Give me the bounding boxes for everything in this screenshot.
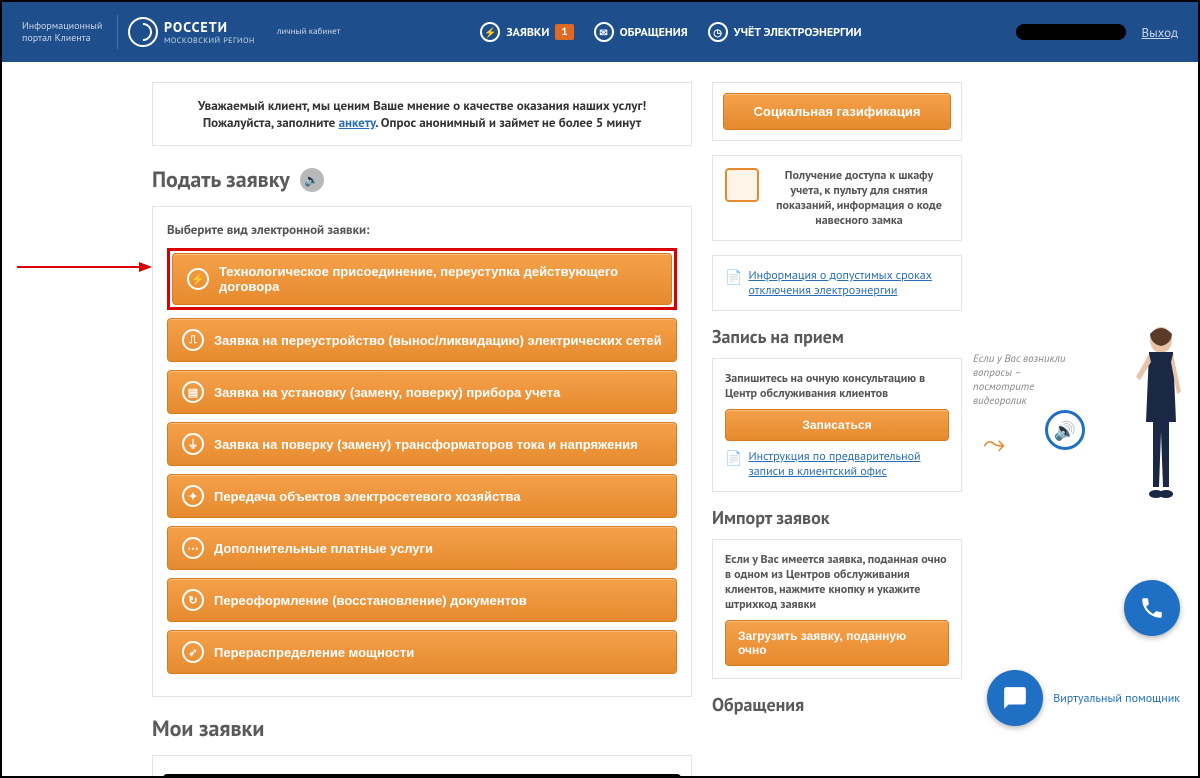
doc-icon: ▤ [182, 381, 204, 403]
app-btn-label: Заявка на поверку (замену) трансформатор… [214, 437, 638, 452]
appointment-text: Запишитесь на очную консультацию в Центр… [725, 371, 949, 401]
app-btn-transformer[interactable]: ⏚ Заявка на поверку (замену) трансформат… [167, 422, 677, 466]
outage-info-card: 📄 Информация о допустимых сроках отключе… [712, 255, 962, 311]
app-btn-label: Дополнительные платные услуги [214, 541, 433, 556]
nav-applications-badge: 1 [555, 24, 573, 40]
app-btn-label: Заявка на переустройство (вынос/ликвидац… [214, 333, 662, 348]
appointment-card: Запишитесь на очную консультацию в Центр… [712, 358, 962, 492]
app-btn-label: Переоформление (восстановление) документ… [214, 593, 527, 608]
appointment-instruction-link[interactable]: Инструкция по предварительной записи в к… [748, 449, 949, 479]
nav-applications-label: ЗАЯВКИ [506, 25, 549, 40]
chat-icon [1002, 685, 1028, 711]
nav-messages-label: ОБРАЩЕНИЯ [620, 25, 688, 40]
gasification-label: Социальная газификация [753, 104, 920, 119]
access-card[interactable]: Получение доступа к шкафу учета, к пульт… [712, 155, 962, 241]
plug-icon: ⏚ [182, 433, 204, 455]
curved-arrow-icon: ⤳ [983, 424, 1005, 461]
my-applications-redacted [163, 774, 681, 776]
compass-icon: ➶ [182, 641, 204, 663]
app-btn-label: Передача объектов электросетевого хозяйс… [214, 489, 521, 504]
video-hint-text: Если у Вас возникли вопросы – посмотрите… [973, 352, 1068, 408]
choose-type-label: Выберите вид электронной заявки: [167, 221, 677, 238]
chat-fab[interactable]: Виртуальный помощник [987, 670, 1180, 726]
assistant-avatar [1131, 322, 1191, 502]
refresh-icon: ↻ [182, 589, 204, 611]
gasification-button[interactable]: Социальная газификация [723, 93, 951, 130]
nav-messages[interactable]: ✉ ОБРАЩЕНИЯ [594, 22, 688, 42]
messages-heading: Обращения [712, 693, 962, 716]
app-btn-tech-connection[interactable]: ⚡ Технологическое присоединение, переуст… [172, 253, 672, 305]
app-btn-reissue[interactable]: ↻ Переоформление (восстановление) докуме… [167, 578, 677, 622]
app-btn-label: Перераспределение мощности [214, 645, 414, 660]
banner-line2a: Пожалуйста, заполните [203, 114, 339, 131]
submit-title-text: Подать заявку [152, 166, 290, 194]
header: Информационный портал Клиента РОССЕТИ МО… [2, 2, 1198, 62]
banner-survey-link[interactable]: анкету [339, 114, 376, 131]
cabinet-label: личный кабинет [277, 27, 341, 38]
import-button[interactable]: Загрузить заявку, поданную очно [725, 620, 949, 666]
app-btn-redistribute[interactable]: ➶ Перераспределение мощности [167, 630, 677, 674]
import-text: Если у Вас имеется заявка, поданная очно… [725, 552, 949, 612]
more-icon: ⋯ [182, 537, 204, 559]
meter-icon: ◷ [708, 22, 728, 42]
logout-link[interactable]: Выход [1141, 24, 1178, 41]
user-name-redacted [1016, 24, 1126, 40]
portal-label: Информационный портал Клиента [22, 20, 107, 44]
play-video-button[interactable]: 🔊 [1045, 410, 1085, 450]
appointment-heading: Запись на прием [712, 325, 962, 348]
pdf-icon: 📄 [725, 268, 742, 286]
brand-logo[interactable]: РОССЕТИ МОСКОВСКИЙ РЕГИОН [128, 17, 255, 47]
outage-info-link[interactable]: Информация о допустимых сроках отключени… [748, 268, 949, 298]
app-btn-paid-services[interactable]: ⋯ Дополнительные платные услуги [167, 526, 677, 570]
survey-banner: Уважаемый клиент, мы ценим Ваше мнение о… [152, 82, 692, 146]
access-text: Получение доступа к шкафу учета, к пульт… [769, 168, 949, 228]
app-btn-label: Технологическое присоединение, переуступ… [219, 264, 657, 294]
audio-icon[interactable]: 🔊 [300, 168, 324, 192]
appointment-button[interactable]: Записаться [725, 409, 949, 441]
brand-sub: МОСКОВСКИЙ РЕГИОН [164, 36, 255, 46]
chat-fab-label: Виртуальный помощник [1053, 691, 1180, 706]
app-btn-label: Заявка на установку (замену, поверку) пр… [214, 385, 560, 400]
cabinet-access-icon [725, 168, 759, 202]
logo-icon [128, 17, 158, 47]
submit-application-title: Подать заявку 🔊 [152, 166, 692, 194]
banner-line2b: . Опрос анонимный и займет не более 5 ми… [375, 114, 641, 131]
brand-name: РОССЕТИ [164, 18, 255, 36]
import-card: Если у Вас имеется заявка, поданная очно… [712, 539, 962, 679]
gasification-card: Социальная газификация [712, 82, 962, 141]
nav-metering[interactable]: ◷ УЧЁТ ЭЛЕКТРОЭНЕРГИИ [708, 22, 862, 42]
app-btn-transfer[interactable]: ✦ Передача объектов электросетевого хозя… [167, 474, 677, 518]
import-heading: Импорт заявок [712, 506, 962, 529]
phone-fab[interactable] [1124, 580, 1180, 636]
my-applications-title: Мои заявки [152, 715, 692, 743]
nav-metering-label: УЧЁТ ЭЛЕКТРОЭНЕРГИИ [734, 25, 862, 40]
highlighted-option: ⚡ Технологическое присоединение, переуст… [167, 248, 677, 310]
app-btn-meter-install[interactable]: ▤ Заявка на установку (замену, поверку) … [167, 370, 677, 414]
pdf-icon: 📄 [725, 449, 742, 467]
tower-icon: ⎍ [182, 329, 204, 351]
phone-icon [1139, 595, 1165, 621]
bolt-icon: ⚡ [187, 268, 209, 290]
app-btn-reconstruction[interactable]: ⎍ Заявка на переустройство (вынос/ликвид… [167, 318, 677, 362]
video-hint-panel: Если у Вас возникли вопросы – посмотрите… [973, 352, 1173, 408]
bolt-icon: ⚡ [480, 22, 500, 42]
my-applications-card [152, 755, 692, 776]
import-btn-label: Загрузить заявку, поданную очно [738, 629, 936, 657]
appointment-btn-label: Записаться [802, 418, 871, 432]
spark-icon: ✦ [182, 485, 204, 507]
envelope-icon: ✉ [594, 22, 614, 42]
banner-line1: Уважаемый клиент, мы ценим Ваше мнение о… [198, 97, 646, 114]
arrow-annotation [17, 257, 152, 277]
nav-applications[interactable]: ⚡ ЗАЯВКИ 1 [480, 22, 573, 42]
application-types-card: Выберите вид электронной заявки: ⚡ Техно… [152, 206, 692, 697]
